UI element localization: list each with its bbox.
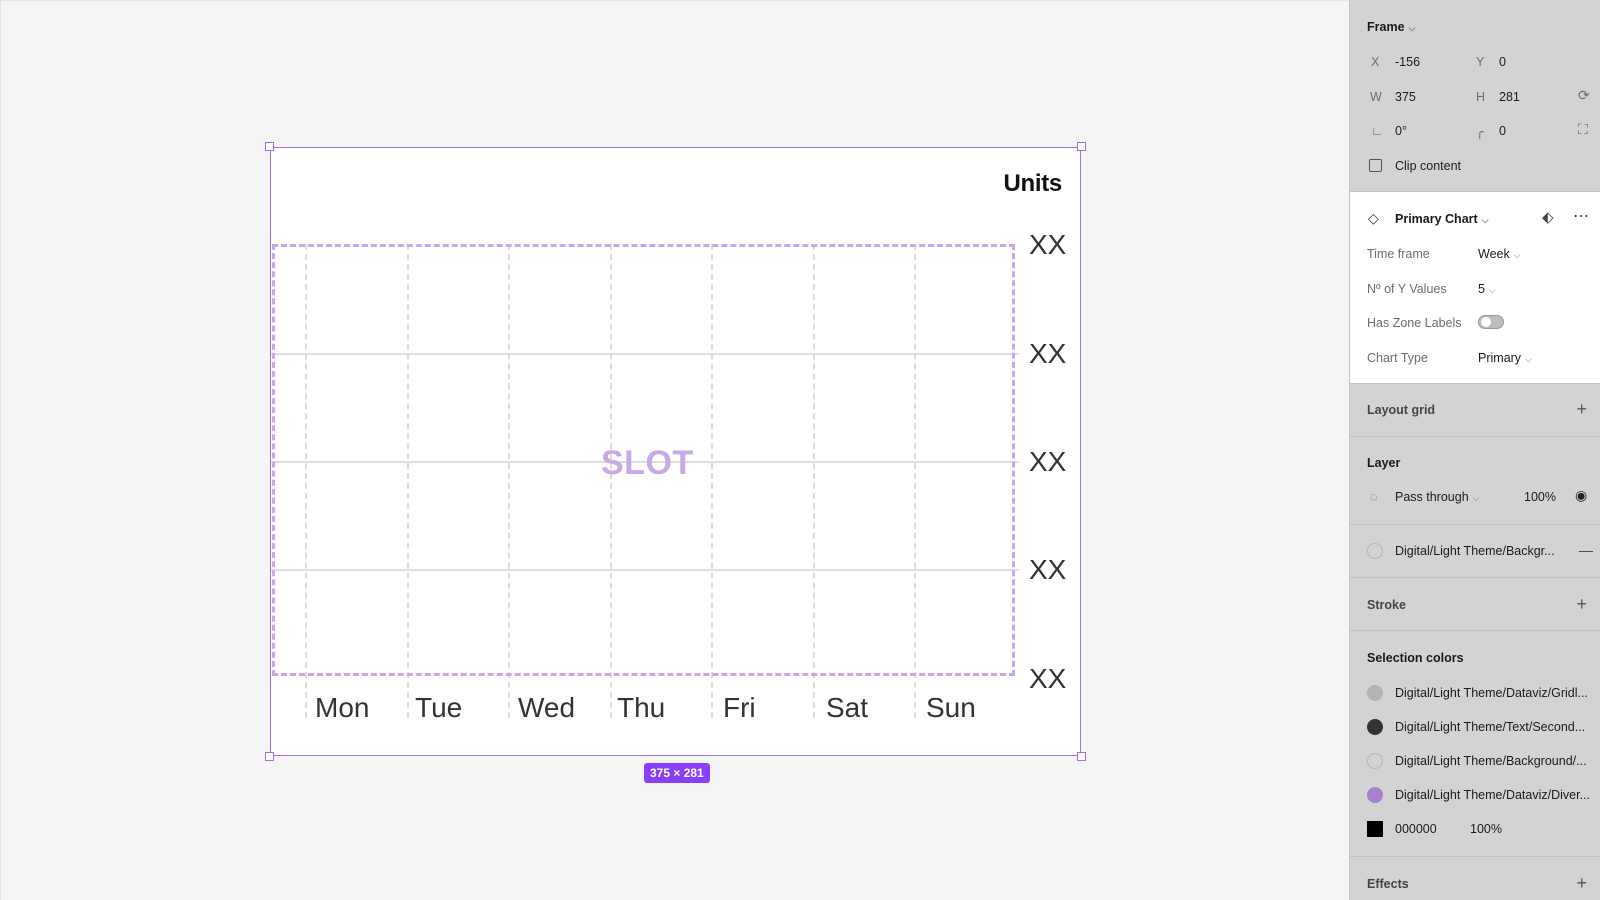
zone-labels-toggle[interactable] [1478, 315, 1504, 329]
frame-title[interactable]: Frame ⌵ [1367, 20, 1415, 34]
corner-radius-icon: ╭ [1476, 125, 1484, 139]
layer-opacity-input[interactable]: 100% [1524, 490, 1556, 504]
rotation-icon: ∟ [1371, 124, 1384, 138]
independent-corners-icon[interactable]: ⛶ [1578, 121, 1588, 138]
frame-size-badge: 375 × 281 [644, 763, 710, 783]
w-input[interactable]: 375 [1395, 90, 1416, 104]
resize-handle-bottom-left[interactable] [265, 752, 274, 761]
y-tick-label: XX [1029, 338, 1067, 369]
y-label: Y [1476, 55, 1485, 69]
y-tick-label: XX [1029, 446, 1067, 477]
x-tick-label: Sat [826, 692, 869, 723]
x-input[interactable]: -156 [1395, 55, 1420, 69]
time-frame-label: Time frame [1367, 247, 1430, 261]
selection-color-name[interactable]: Digital/Light Theme/Background/... [1395, 754, 1587, 768]
x-tick-label: Mon [315, 692, 370, 723]
x-tick-label: Fri [723, 692, 756, 723]
component-section: ◇ Primary Chart ⌵ ⬖ ⋯ Time frame Week ⌵ Nº… [1350, 192, 1600, 384]
y-tick-label: XX [1029, 229, 1067, 260]
resize-handle-top-left[interactable] [265, 142, 274, 151]
stroke-section: Stroke + [1350, 578, 1600, 631]
blend-mode-icon: ◌ [1370, 489, 1378, 504]
chart-type-dropdown[interactable]: Primary ⌵ [1478, 351, 1532, 365]
selection-color-swatch[interactable] [1367, 787, 1383, 803]
constrain-proportions-icon[interactable]: ⟳ [1578, 87, 1590, 104]
selection-color-name[interactable]: Digital/Light Theme/Dataviz/Gridl... [1395, 686, 1588, 700]
rotation-input[interactable]: 0° [1395, 124, 1407, 138]
component-instance-icon: ◇ [1368, 210, 1379, 226]
add-layout-grid-icon[interactable]: + [1576, 400, 1587, 418]
resize-handle-bottom-right[interactable] [1077, 752, 1086, 761]
stroke-title: Stroke [1367, 598, 1406, 612]
slot-label: SLOT [601, 444, 694, 482]
layout-grid-title: Layout grid [1367, 403, 1436, 417]
corner-radius-input[interactable]: 0 [1499, 124, 1506, 138]
fill-style-name[interactable]: Digital/Light Theme/Backgr... [1395, 544, 1555, 558]
w-label: W [1370, 90, 1382, 104]
properties-panel: Frame ⌵ X -156 Y 0 W 375 H 281 ⟳ ∟ 0° ╭ 0… [1349, 0, 1600, 900]
frame-section: Frame ⌵ X -156 Y 0 W 375 H 281 ⟳ ∟ 0° ╭ 0… [1350, 0, 1600, 192]
add-effect-icon[interactable]: + [1576, 874, 1587, 892]
layout-grid-section: Layout grid + [1350, 384, 1600, 437]
effects-section: Effects + [1350, 857, 1600, 900]
hex-color-swatch[interactable] [1367, 821, 1383, 837]
design-canvas[interactable]: Units SLOT XX XX XX XX XX Mon Tue Wed Th… [0, 0, 1349, 900]
fill-section: Digital/Light Theme/Backgr... — [1350, 525, 1600, 578]
y-values-count-label: Nº of Y Values [1367, 282, 1447, 296]
component-name-dropdown[interactable]: Primary Chart ⌵ [1395, 212, 1489, 226]
selection-color-name[interactable]: Digital/Light Theme/Dataviz/Diver... [1395, 788, 1590, 802]
layer-title: Layer [1367, 456, 1401, 470]
resize-handle-top-right[interactable] [1077, 142, 1086, 151]
h-input[interactable]: 281 [1499, 90, 1520, 104]
selection-color-swatch[interactable] [1367, 685, 1383, 701]
x-tick-label: Tue [415, 692, 463, 723]
layer-section: Layer ◌ Pass through ⌵ 100% ◉ [1350, 437, 1600, 525]
x-label: X [1371, 55, 1380, 69]
chart-type-label: Chart Type [1367, 351, 1428, 365]
blend-mode-dropdown[interactable]: Pass through ⌵ [1395, 490, 1480, 504]
hex-color-opacity[interactable]: 100% [1470, 822, 1502, 836]
go-to-main-component-icon[interactable]: ⬖ [1542, 208, 1554, 226]
clip-content-label: Clip content [1395, 159, 1462, 173]
h-label: H [1476, 90, 1486, 104]
fill-swatch[interactable] [1367, 543, 1383, 559]
eye-icon[interactable]: ◉ [1575, 487, 1587, 504]
zone-labels-label: Has Zone Labels [1367, 316, 1462, 330]
add-stroke-icon[interactable]: + [1576, 595, 1587, 613]
selection-colors-title: Selection colors [1367, 651, 1464, 665]
more-options-icon[interactable]: ⋯ [1573, 206, 1589, 226]
hex-color-input[interactable]: 000000 [1395, 822, 1437, 836]
y-values-count-dropdown[interactable]: 5 ⌵ [1478, 282, 1496, 296]
x-tick-label: Wed [518, 692, 576, 723]
y-tick-label: XX [1029, 663, 1067, 694]
primary-chart-frame[interactable]: Units SLOT XX XX XX XX XX Mon Tue Wed Th… [265, 142, 1086, 761]
x-tick-label: Thu [617, 692, 666, 723]
selection-color-swatch[interactable] [1367, 719, 1383, 735]
selection-color-swatch[interactable] [1367, 753, 1383, 769]
units-label: Units [1003, 170, 1062, 197]
selection-colors-section: Selection colors Digital/Light Theme/Dat… [1350, 631, 1600, 857]
time-frame-dropdown[interactable]: Week ⌵ [1478, 247, 1521, 261]
effects-title: Effects [1367, 877, 1409, 891]
y-input[interactable]: 0 [1499, 55, 1506, 69]
clip-content-checkbox[interactable] [1369, 159, 1382, 172]
x-tick-label: Sun [926, 692, 976, 723]
remove-fill-icon[interactable]: — [1579, 542, 1593, 558]
y-tick-label: XX [1029, 554, 1067, 585]
selection-color-name[interactable]: Digital/Light Theme/Text/Second... [1395, 720, 1585, 734]
